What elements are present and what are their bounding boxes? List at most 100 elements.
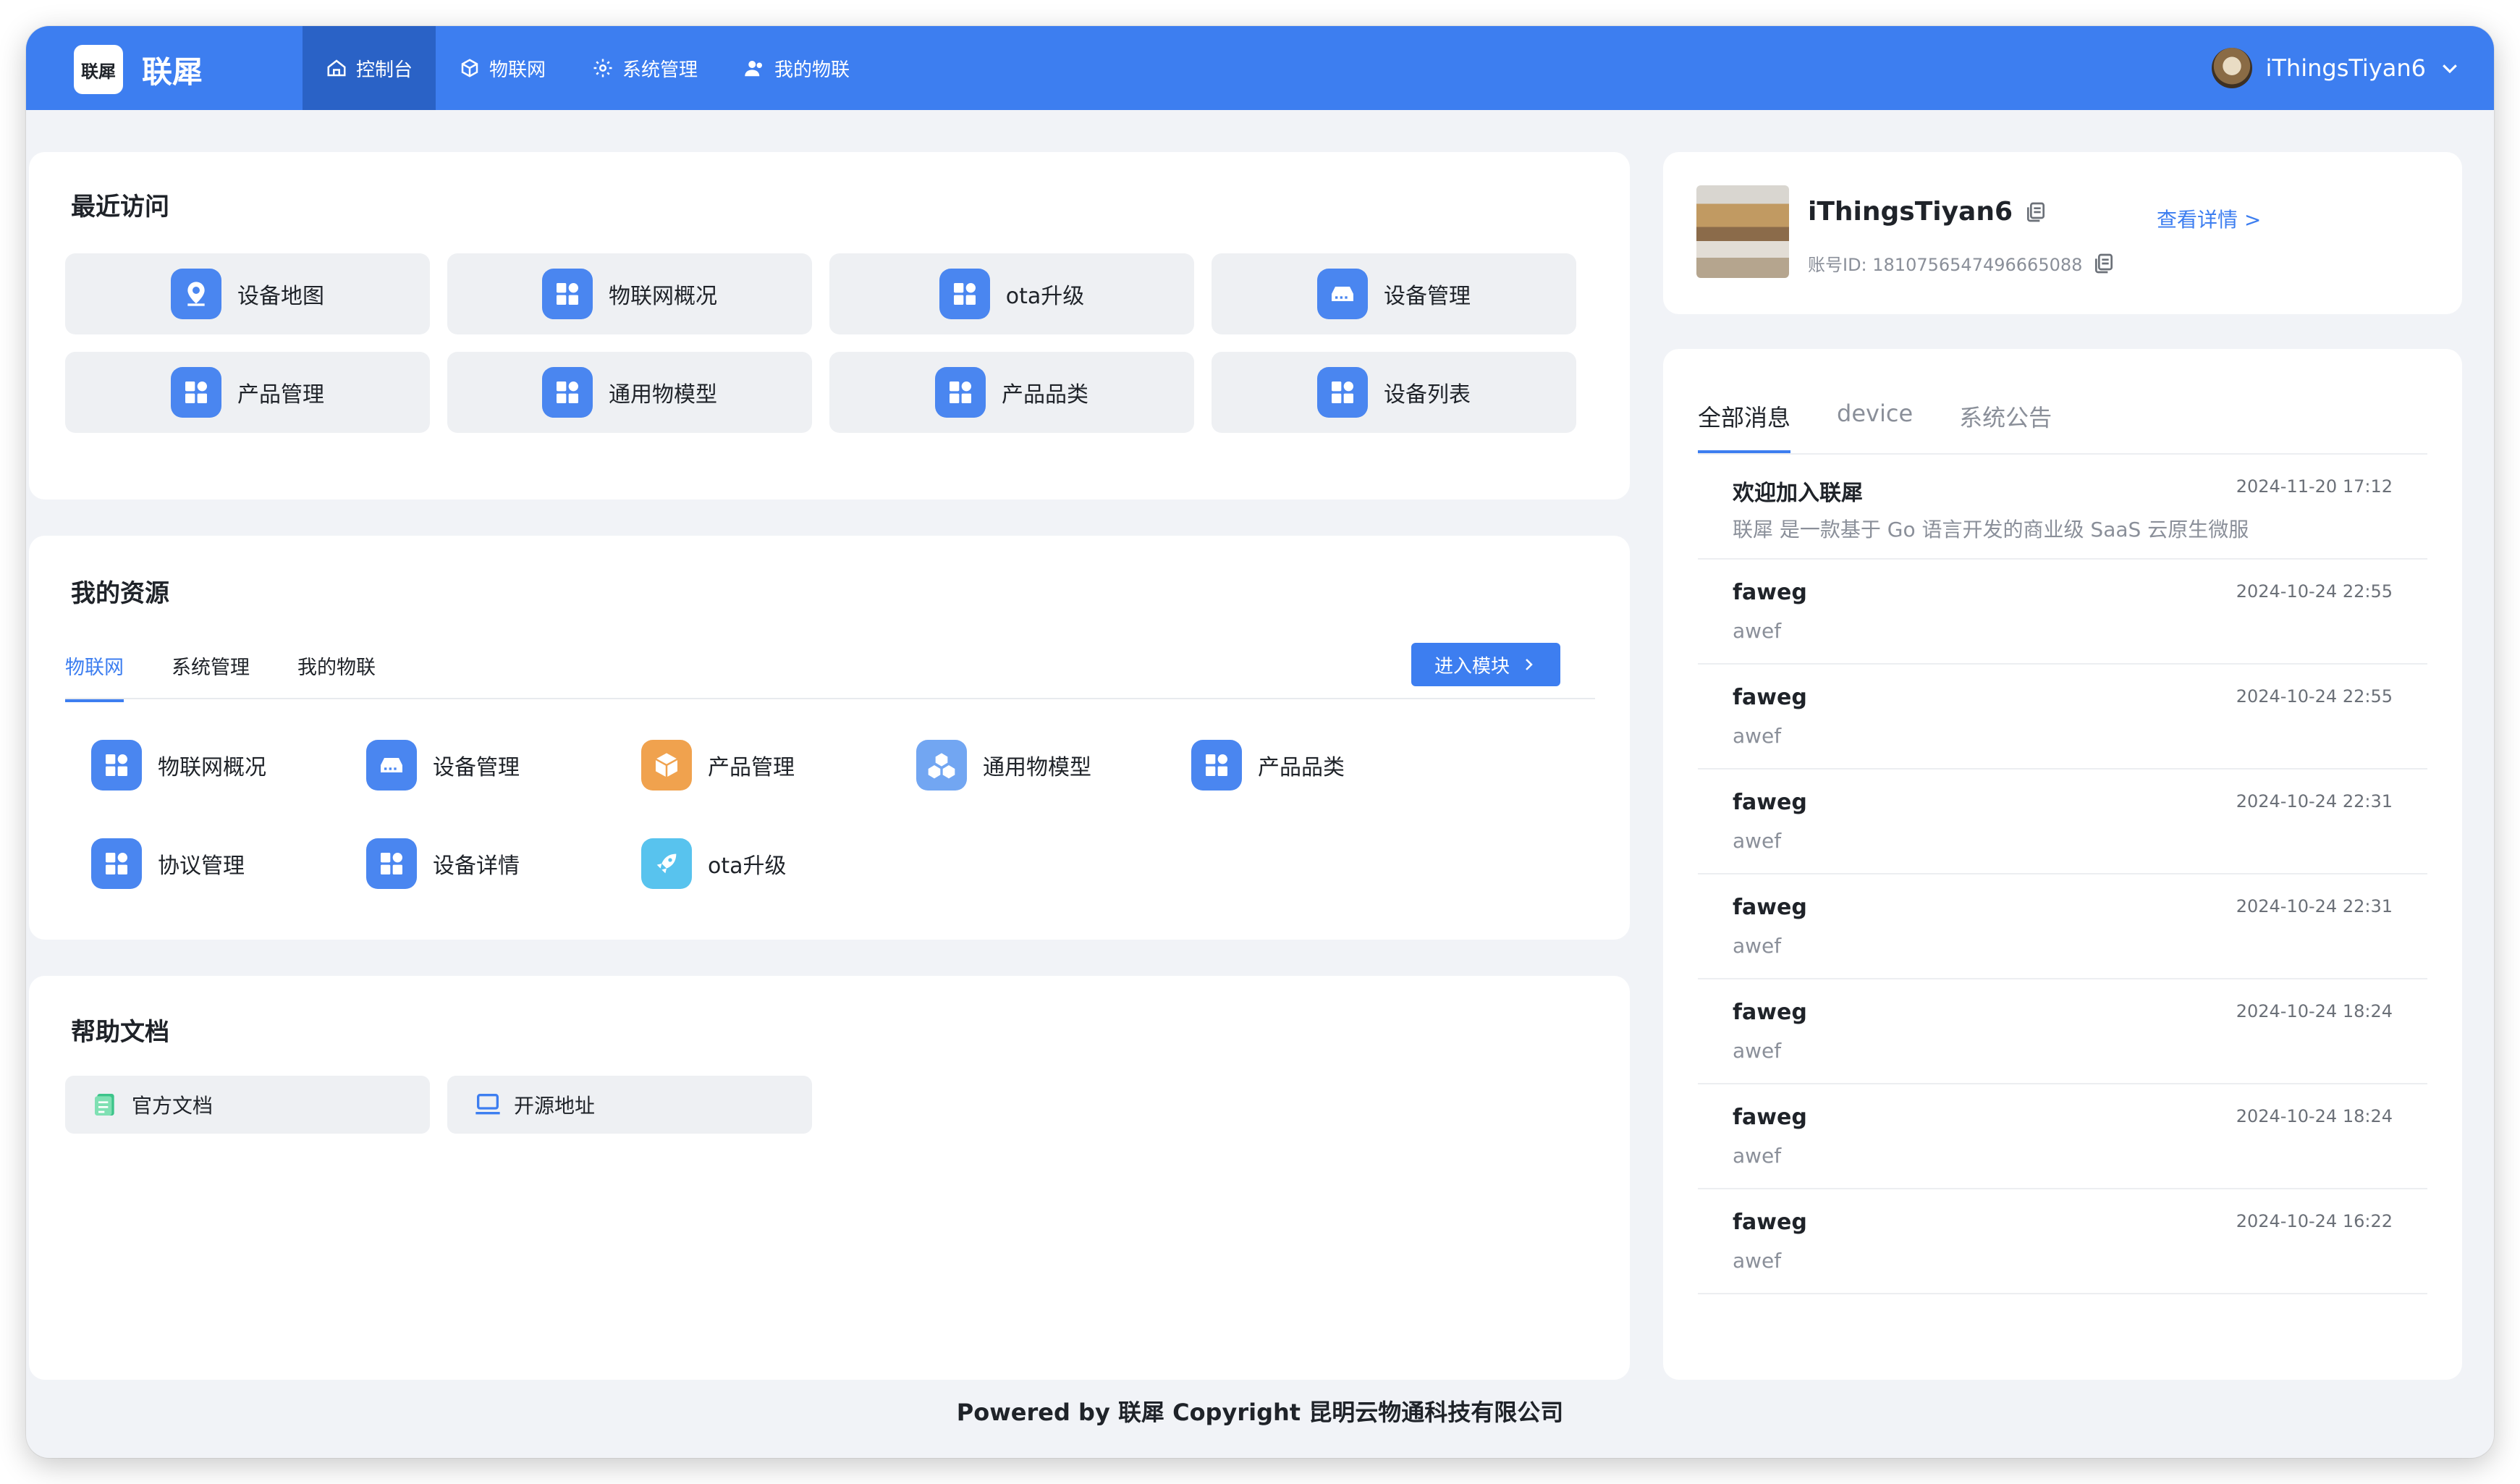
grid-icon [939, 269, 990, 319]
users-icon [745, 61, 763, 77]
message-item[interactable]: faweg 2024-10-24 22:31 awef [1698, 770, 2427, 874]
resource-label: 产品管理 [708, 755, 795, 780]
message-title: faweg [1733, 1210, 1807, 1235]
help-docs-card: 帮助文档 官方文档 开源地址 [29, 976, 1630, 1380]
tile-label: 通用物模型 [609, 382, 717, 408]
recent-device-management[interactable]: 设备管理 [1212, 253, 1576, 334]
map-pin-icon [171, 269, 221, 319]
resource-label: 协议管理 [158, 853, 245, 879]
device-icon [1317, 269, 1368, 319]
message-item[interactable]: faweg 2024-10-24 16:22 awef [1698, 1189, 2427, 1294]
message-title: faweg [1733, 790, 1807, 815]
message-body: awef [1733, 829, 1782, 853]
resource-thing-model[interactable]: 通用物模型 [916, 740, 1091, 791]
resource-product-management[interactable]: 产品管理 [641, 740, 795, 791]
official-docs-link[interactable]: 官方文档 [65, 1076, 430, 1134]
user-menu[interactable]: iThingsTiyan6 [2212, 48, 2461, 88]
copy-icon[interactable] [2092, 252, 2115, 275]
grid-icon [935, 367, 986, 418]
tabs-divider [65, 698, 1595, 699]
recent-device-map[interactable]: 设备地图 [65, 253, 430, 334]
resource-device-management[interactable]: 设备管理 [366, 740, 520, 791]
recent-device-list[interactable]: 设备列表 [1212, 352, 1576, 433]
message-title: faweg [1733, 895, 1807, 920]
app-window: 联犀 联犀 控制台 物联网 系统管理 我的物联 iThingsTiyan6 最近… [26, 26, 2494, 1458]
recent-ota-upgrade[interactable]: ota升级 [829, 253, 1194, 334]
resource-ota-upgrade[interactable]: ota升级 [641, 838, 787, 889]
message-item[interactable]: faweg 2024-10-24 22:31 awef [1698, 874, 2427, 979]
resource-label: 物联网概况 [158, 755, 266, 780]
message-time: 2024-10-24 18:24 [2236, 1001, 2393, 1021]
tab-device[interactable]: device [1837, 400, 1913, 455]
rocket-icon [641, 838, 692, 889]
my-resources-title: 我的资源 [71, 579, 169, 608]
message-item[interactable]: 欢迎加入联犀 2024-11-20 17:12 联犀 是一款基于 Go 语言开发… [1698, 455, 2427, 560]
message-time: 2024-10-24 16:22 [2236, 1211, 2393, 1231]
nav-system[interactable]: 系统管理 [569, 26, 721, 110]
copy-icon[interactable] [2024, 201, 2047, 224]
enter-module-button[interactable]: 进入模块 [1411, 643, 1560, 686]
grid-icon [542, 269, 593, 319]
device-icon [366, 740, 417, 791]
message-item[interactable]: faweg 2024-10-24 18:24 awef [1698, 979, 2427, 1084]
nav-iot[interactable]: 物联网 [436, 26, 569, 110]
message-time: 2024-11-20 17:12 [2236, 476, 2393, 497]
tile-label: 设备地图 [237, 284, 324, 309]
app-logo[interactable]: 联犀 [74, 45, 123, 94]
open-source-link[interactable]: 开源地址 [447, 1076, 812, 1134]
resource-device-detail[interactable]: 设备详情 [366, 838, 520, 889]
enter-module-label: 进入模块 [1434, 655, 1510, 678]
nav-label: 系统管理 [622, 59, 698, 81]
box-icon [641, 740, 692, 791]
recent-product-category[interactable]: 产品品类 [829, 352, 1194, 433]
message-time: 2024-10-24 18:24 [2236, 1106, 2393, 1126]
message-title: 欢迎加入联犀 [1733, 481, 1863, 506]
message-body: awef [1733, 934, 1782, 958]
resource-product-category[interactable]: 产品品类 [1191, 740, 1345, 791]
message-item[interactable]: faweg 2024-10-24 22:55 awef [1698, 665, 2427, 770]
grid-icon [91, 740, 142, 791]
message-body: awef [1733, 724, 1782, 748]
message-item[interactable]: faweg 2024-10-24 18:24 awef [1698, 1084, 2427, 1189]
message-title: faweg [1733, 685, 1807, 710]
profile-name-text: iThingsTiyan6 [1808, 197, 2013, 227]
nav-label: 我的物联 [774, 59, 850, 81]
nav-label: 控制台 [356, 59, 413, 81]
message-title: faweg [1733, 1000, 1807, 1025]
resource-label: 设备管理 [433, 755, 520, 780]
nav-dashboard[interactable]: 控制台 [303, 26, 436, 110]
grid-icon [171, 367, 221, 418]
laptop-icon [475, 1094, 500, 1115]
message-time: 2024-10-24 22:55 [2236, 581, 2393, 602]
message-time: 2024-10-24 22:55 [2236, 686, 2393, 707]
chevron-down-icon [2443, 64, 2457, 74]
view-details-link[interactable]: 查看详情 > [2157, 204, 2261, 233]
message-time: 2024-10-24 22:31 [2236, 791, 2393, 811]
home-icon [327, 59, 346, 77]
tab-announcements[interactable]: 系统公告 [1959, 400, 2052, 455]
my-resources-card: 我的资源 物联网 系统管理 我的物联 进入模块 物联网概况 设备管理 产品管理 … [29, 536, 1630, 940]
recent-visits-title: 最近访问 [71, 193, 169, 222]
gear-icon [593, 59, 612, 77]
tab-my-iot[interactable]: 我的物联 [297, 652, 376, 702]
tab-iot[interactable]: 物联网 [65, 652, 124, 702]
doc-label: 官方文档 [132, 1094, 213, 1118]
grid-icon [366, 838, 417, 889]
recent-product-management[interactable]: 产品管理 [65, 352, 430, 433]
top-navbar: 联犀 联犀 控制台 物联网 系统管理 我的物联 iThingsTiyan6 [26, 26, 2494, 110]
profile-card: iThingsTiyan6 账号ID: 1810756547496665088 … [1663, 152, 2462, 314]
account-id: 账号ID: 1810756547496665088 [1808, 250, 2115, 276]
message-body: 联犀 是一款基于 Go 语言开发的商业级 SaaS 云原生微服 [1733, 518, 2249, 541]
tab-all-messages[interactable]: 全部消息 [1698, 400, 1791, 455]
message-item[interactable]: faweg 2024-10-24 22:55 awef [1698, 560, 2427, 665]
message-body: awef [1733, 619, 1782, 643]
avatar [2212, 48, 2253, 88]
resource-iot-overview[interactable]: 物联网概况 [91, 740, 266, 791]
resource-protocol-management[interactable]: 协议管理 [91, 838, 245, 889]
tab-system[interactable]: 系统管理 [172, 652, 250, 702]
resource-tabs: 物联网 系统管理 我的物联 [65, 652, 376, 702]
nav-my-iot[interactable]: 我的物联 [721, 26, 873, 110]
tile-label: 设备管理 [1384, 284, 1471, 309]
recent-iot-overview[interactable]: 物联网概况 [447, 253, 812, 334]
recent-thing-model[interactable]: 通用物模型 [447, 352, 812, 433]
